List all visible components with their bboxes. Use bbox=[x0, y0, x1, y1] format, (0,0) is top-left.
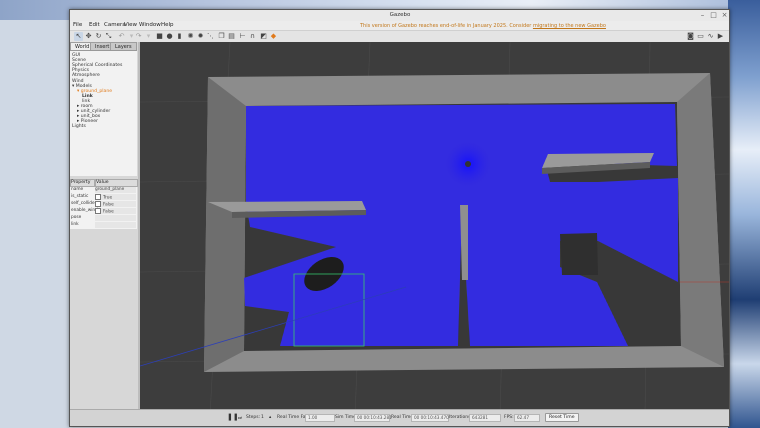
property-value[interactable]: False bbox=[95, 208, 136, 215]
translate-icon[interactable]: ✥ bbox=[84, 32, 93, 41]
steps-spin-icon[interactable]: ▴ bbox=[269, 415, 271, 420]
property-value[interactable]: True bbox=[95, 194, 136, 201]
property-name: pose bbox=[71, 215, 82, 220]
gazebo-window: Gazebo – □ × File Edit Camera View Windo… bbox=[69, 9, 730, 427]
migration-link[interactable]: migrating to the new Gazebo bbox=[533, 23, 606, 29]
simtime-value: 00 00:10:43.281 bbox=[354, 414, 392, 422]
scale-icon[interactable]: ⤡ bbox=[104, 32, 113, 41]
window-title: Gazebo bbox=[389, 12, 411, 18]
plot-icon[interactable]: ∿ bbox=[706, 32, 715, 41]
iterations-value: 643281 bbox=[469, 414, 501, 422]
align-icon[interactable]: ⊢ bbox=[238, 32, 247, 41]
property-name: self_collide bbox=[71, 201, 95, 206]
minimize-icon[interactable]: – bbox=[698, 11, 707, 20]
property-value[interactable]: False bbox=[95, 201, 136, 208]
orange-camera-icon[interactable]: ◆ bbox=[269, 32, 278, 41]
property-column-header: Property bbox=[70, 179, 95, 187]
log-icon[interactable]: ▭ bbox=[696, 32, 705, 41]
desktop-wallpaper-left bbox=[0, 20, 70, 428]
value-column-header: Value bbox=[95, 179, 138, 187]
maximize-icon[interactable]: □ bbox=[709, 11, 718, 20]
checkbox-icon[interactable] bbox=[95, 194, 101, 200]
pause-icon[interactable]: ❚❚ bbox=[227, 413, 239, 421]
property-name: enable_wind bbox=[71, 208, 98, 213]
eol-warning-text: This version of Gazebo reaches end-of-li… bbox=[360, 23, 532, 29]
menu-file[interactable]: File bbox=[73, 22, 82, 28]
menu-edit[interactable]: Edit bbox=[89, 22, 100, 28]
change-view-icon[interactable]: ◩ bbox=[259, 32, 268, 41]
menu-view[interactable]: View bbox=[124, 22, 137, 28]
fps-label: FPS: bbox=[504, 415, 514, 420]
steps-value[interactable]: 1 bbox=[261, 415, 264, 420]
property-value[interactable] bbox=[95, 215, 136, 221]
directional-light-icon[interactable]: ⋱ bbox=[206, 32, 215, 41]
video-icon[interactable]: ▶ bbox=[716, 32, 725, 41]
checkbox-icon[interactable] bbox=[95, 208, 101, 214]
fps-value: 62.47 bbox=[514, 414, 540, 422]
redo-icon[interactable]: ↷ bbox=[134, 32, 143, 41]
close-icon[interactable]: × bbox=[720, 11, 729, 20]
checkbox-icon[interactable] bbox=[95, 201, 101, 207]
sphere-icon[interactable]: ● bbox=[165, 32, 174, 41]
point-light-icon[interactable]: ✺ bbox=[186, 32, 195, 41]
select-icon[interactable]: ↖ bbox=[74, 32, 83, 41]
steps-label: Steps: bbox=[246, 415, 261, 420]
rtf-value: 1.00 bbox=[305, 414, 335, 422]
copy-icon[interactable]: ❐ bbox=[217, 32, 226, 41]
menu-camera[interactable]: Camera bbox=[104, 22, 126, 28]
menu-window[interactable]: Window bbox=[139, 22, 161, 28]
property-name: name bbox=[71, 187, 84, 192]
reset-time-button[interactable]: Reset Time bbox=[545, 413, 579, 422]
room-wall-left-side bbox=[204, 77, 246, 372]
step-icon[interactable]: ⏭ bbox=[238, 415, 242, 421]
property-name: is_static bbox=[71, 194, 89, 199]
property-value[interactable] bbox=[95, 222, 136, 228]
room-wall-right-side bbox=[677, 73, 724, 367]
paste-icon[interactable]: ▤ bbox=[227, 32, 236, 41]
pioneer-robot[interactable] bbox=[465, 161, 471, 167]
undo-icon[interactable]: ↶ bbox=[117, 32, 126, 41]
rotate-icon[interactable]: ↻ bbox=[94, 32, 103, 41]
3d-viewport[interactable] bbox=[140, 42, 729, 416]
unit-box[interactable] bbox=[560, 233, 598, 275]
desktop-wallpaper-right bbox=[728, 0, 760, 428]
property-table: Property Value name ground_plane is_static… bbox=[70, 179, 138, 229]
property-name: link bbox=[71, 222, 79, 227]
bottom-toolbar: ❚❚ ⏭ Steps: 1 ▴ Real Time Factor: 1.00 S… bbox=[70, 409, 729, 426]
inner-wall-left-top bbox=[208, 201, 366, 212]
box-icon[interactable]: ■ bbox=[155, 32, 164, 41]
cylinder-icon[interactable]: ▮ bbox=[175, 32, 184, 41]
screenshot-icon[interactable]: ◙ bbox=[686, 32, 695, 41]
realtime-value: 00 00:10:43.470 bbox=[411, 414, 449, 422]
property-value[interactable]: ground_plane bbox=[95, 187, 136, 193]
spot-light-icon[interactable]: ✹ bbox=[196, 32, 205, 41]
eol-warning: This version of Gazebo reaches end-of-li… bbox=[360, 23, 606, 29]
menu-help[interactable]: Help bbox=[161, 22, 174, 28]
tree-item-lights[interactable]: Lights bbox=[72, 124, 86, 129]
snap-icon[interactable]: ∩ bbox=[248, 32, 257, 41]
redo-dropdown-icon[interactable]: ▾ bbox=[144, 32, 153, 41]
scene-render bbox=[140, 42, 729, 416]
menu-bar: File Edit Camera View Window Help This v… bbox=[70, 21, 729, 31]
left-panel: World Insert Layers GUI Scene Spherical Co… bbox=[70, 42, 139, 426]
world-tree[interactable]: GUI Scene Spherical Coordinates Physics Atmo… bbox=[70, 50, 137, 176]
